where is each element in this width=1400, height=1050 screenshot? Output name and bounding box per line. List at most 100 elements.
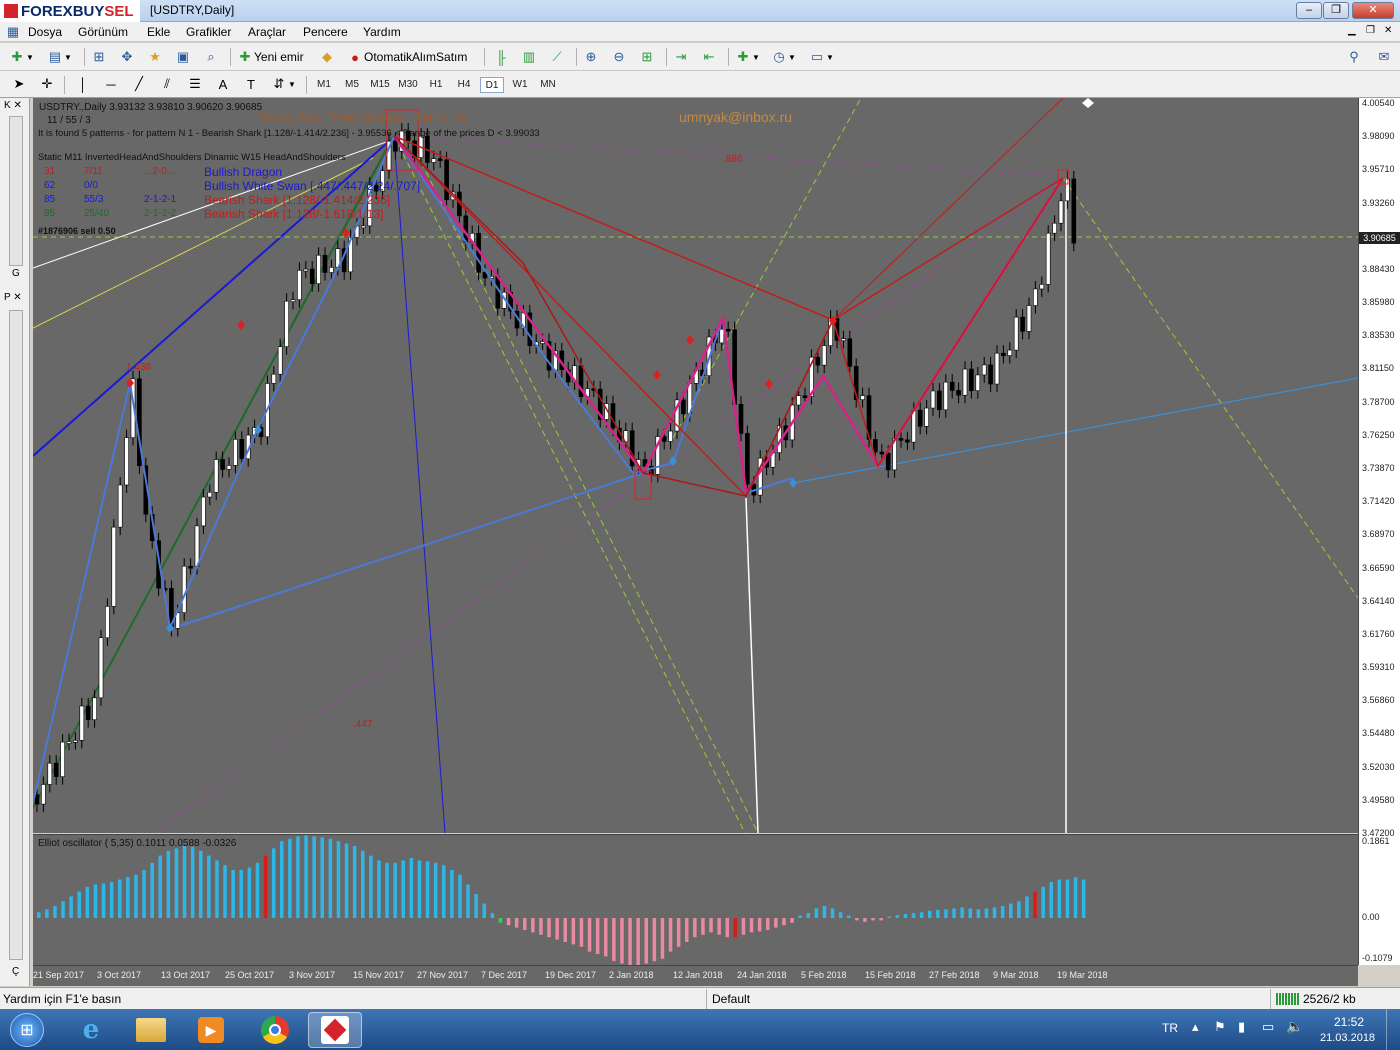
- oscillator-bar: [992, 907, 997, 918]
- menu-pencere[interactable]: Pencere: [303, 25, 348, 39]
- crosshair-tool[interactable]: ✛: [38, 74, 56, 94]
- candle-body: [1039, 284, 1045, 290]
- time-label: 27 Nov 2017: [417, 970, 469, 980]
- network-icon[interactable]: ▭: [1262, 1019, 1274, 1035]
- oscillator-bar: [1041, 886, 1045, 918]
- tf-m15[interactable]: M15: [368, 77, 392, 93]
- search-button[interactable]: ⚲: [1345, 47, 1363, 67]
- chart-shift-button[interactable]: ⇤: [700, 47, 718, 67]
- terminal-button[interactable]: ▣: [174, 47, 192, 67]
- tray-expand-icon[interactable]: ▴: [1192, 1019, 1199, 1035]
- cursor-tool[interactable]: ➤: [10, 74, 28, 94]
- volume-icon[interactable]: 🔈: [1286, 1018, 1303, 1035]
- oscillator-bar: [344, 843, 349, 918]
- oscillator-bar: [903, 914, 908, 918]
- strategy-tester-button[interactable]: ⌕: [202, 47, 220, 67]
- panel-p-c-tab[interactable]: Ç: [12, 966, 19, 977]
- candle-body: [745, 433, 750, 485]
- tf-mn[interactable]: MN: [536, 77, 560, 93]
- tf-h1[interactable]: H1: [424, 77, 448, 93]
- vertical-line-tool[interactable]: │: [74, 74, 92, 94]
- taskbar-media-player[interactable]: ▶: [184, 1012, 238, 1048]
- tile-windows-button[interactable]: ⊞: [638, 47, 656, 67]
- indicators-button[interactable]: ✚ ▼: [734, 47, 760, 67]
- show-desktop-button[interactable]: [1386, 1009, 1400, 1050]
- menu-grafikler[interactable]: Grafikler: [186, 25, 231, 39]
- navigator-button[interactable]: ✥: [118, 47, 136, 67]
- oscillator-bar: [814, 908, 819, 918]
- candle-body: [444, 159, 449, 201]
- new-order-button[interactable]: ✚ Yeni emir: [236, 47, 304, 67]
- panel-k-g-tab[interactable]: G: [12, 268, 20, 279]
- candle-body: [1058, 200, 1064, 224]
- brand-logo-icon: [4, 4, 18, 18]
- line-chart-button[interactable]: ⟋: [548, 47, 566, 67]
- candle-body: [1045, 232, 1051, 285]
- child-close-icon[interactable]: ✕: [1384, 25, 1392, 36]
- action-center-flag-icon[interactable]: ⚑: [1214, 1019, 1226, 1035]
- channel-tool[interactable]: ⫽: [158, 74, 176, 94]
- taskbar-explorer[interactable]: [124, 1012, 178, 1048]
- menu-araclar[interactable]: Araçlar: [248, 25, 286, 39]
- profiles-button[interactable]: ▤ ▼: [46, 47, 72, 67]
- restore-button[interactable]: ❐: [1323, 2, 1349, 19]
- menu-ekle[interactable]: Ekle: [147, 25, 170, 39]
- oscillator-bar: [482, 903, 486, 918]
- menu-gorunum[interactable]: Görünüm: [78, 25, 128, 39]
- zoom-out-button[interactable]: ⊖: [610, 47, 628, 67]
- price-chart[interactable]: USDTRY.,Daily 3.93132 3.93810 3.90620 3.…: [33, 98, 1358, 833]
- tf-m5[interactable]: M5: [340, 77, 364, 93]
- clock-time[interactable]: 21:52: [1334, 1015, 1364, 1029]
- panel-p-scrollbar[interactable]: [9, 310, 23, 960]
- meta-editor-button[interactable]: ◆: [318, 47, 336, 67]
- clock-date[interactable]: 21.03.2018: [1320, 1032, 1375, 1044]
- taskbar-terminal-app[interactable]: [308, 1012, 362, 1048]
- child-minimize-icon[interactable]: ▁: [1348, 25, 1356, 36]
- tf-w1[interactable]: W1: [508, 77, 532, 93]
- templates-button[interactable]: ▭ ▼: [808, 47, 834, 67]
- trendline-tool[interactable]: ╱: [130, 74, 148, 94]
- brand-sell: SEL: [104, 2, 134, 20]
- oscillator-bar: [871, 918, 875, 921]
- periods-button[interactable]: ◷ ▼: [770, 47, 796, 67]
- zoom-in-button[interactable]: ⊕: [582, 47, 600, 67]
- panel-p-tab[interactable]: P ✕: [4, 292, 22, 303]
- tf-h4[interactable]: H4: [452, 77, 476, 93]
- trendline-icon: ╱: [135, 76, 143, 91]
- menu-yardim[interactable]: Yardım: [363, 25, 401, 39]
- chat-button[interactable]: ✉: [1375, 47, 1393, 67]
- auto-scroll-button[interactable]: ⇥: [672, 47, 690, 67]
- menu-dosya[interactable]: Dosya: [28, 25, 62, 39]
- panel-k-tab[interactable]: K ✕: [4, 100, 22, 111]
- taskbar-chrome[interactable]: [248, 1012, 302, 1048]
- menu-bar: ▦ Dosya Görünüm Ekle Grafikler Araçlar P…: [0, 22, 1400, 42]
- candle-chart-button[interactable]: ▥: [520, 47, 538, 67]
- tf-d1[interactable]: D1: [480, 77, 504, 93]
- panel-k-scrollbar[interactable]: [9, 116, 23, 266]
- arrows-tool[interactable]: ⇵ ▼: [270, 74, 296, 94]
- new-chart-button[interactable]: ✚ ▼: [8, 47, 34, 67]
- elliot-oscillator-panel[interactable]: Elliot oscillator ( 5,35) 0.1011 0.0588 …: [33, 834, 1358, 965]
- pattern-row-name: Bullish Dragon: [204, 165, 283, 179]
- child-restore-icon[interactable]: ❐: [1366, 25, 1375, 36]
- language-indicator[interactable]: TR: [1162, 1021, 1178, 1035]
- bar-chart-button[interactable]: ╟: [492, 47, 510, 67]
- candle-body: [98, 637, 104, 699]
- horizontal-line-tool[interactable]: ─: [102, 74, 120, 94]
- close-button[interactable]: ✕: [1352, 2, 1394, 19]
- tray-device-icon[interactable]: ▮: [1238, 1019, 1245, 1035]
- tf-m30[interactable]: M30: [396, 77, 420, 93]
- fibonacci-tool[interactable]: ☰: [186, 74, 204, 94]
- chart-window-icon[interactable]: ▦: [4, 23, 22, 41]
- label-tool[interactable]: T: [242, 74, 260, 94]
- start-button[interactable]: ⊞: [4, 1012, 50, 1048]
- time-label: 15 Nov 2017: [353, 970, 405, 980]
- minimize-button[interactable]: –: [1296, 2, 1322, 19]
- taskbar-ie[interactable]: e: [64, 1012, 118, 1048]
- oscillator-bar: [134, 874, 138, 918]
- tf-m1[interactable]: M1: [312, 77, 336, 93]
- text-tool[interactable]: A: [214, 74, 232, 94]
- auto-trading-button[interactable]: ● OtomatikAlımSatım: [346, 47, 467, 67]
- market-watch-button[interactable]: ⊞: [90, 47, 108, 67]
- navigator-folder-button[interactable]: ★: [146, 47, 164, 67]
